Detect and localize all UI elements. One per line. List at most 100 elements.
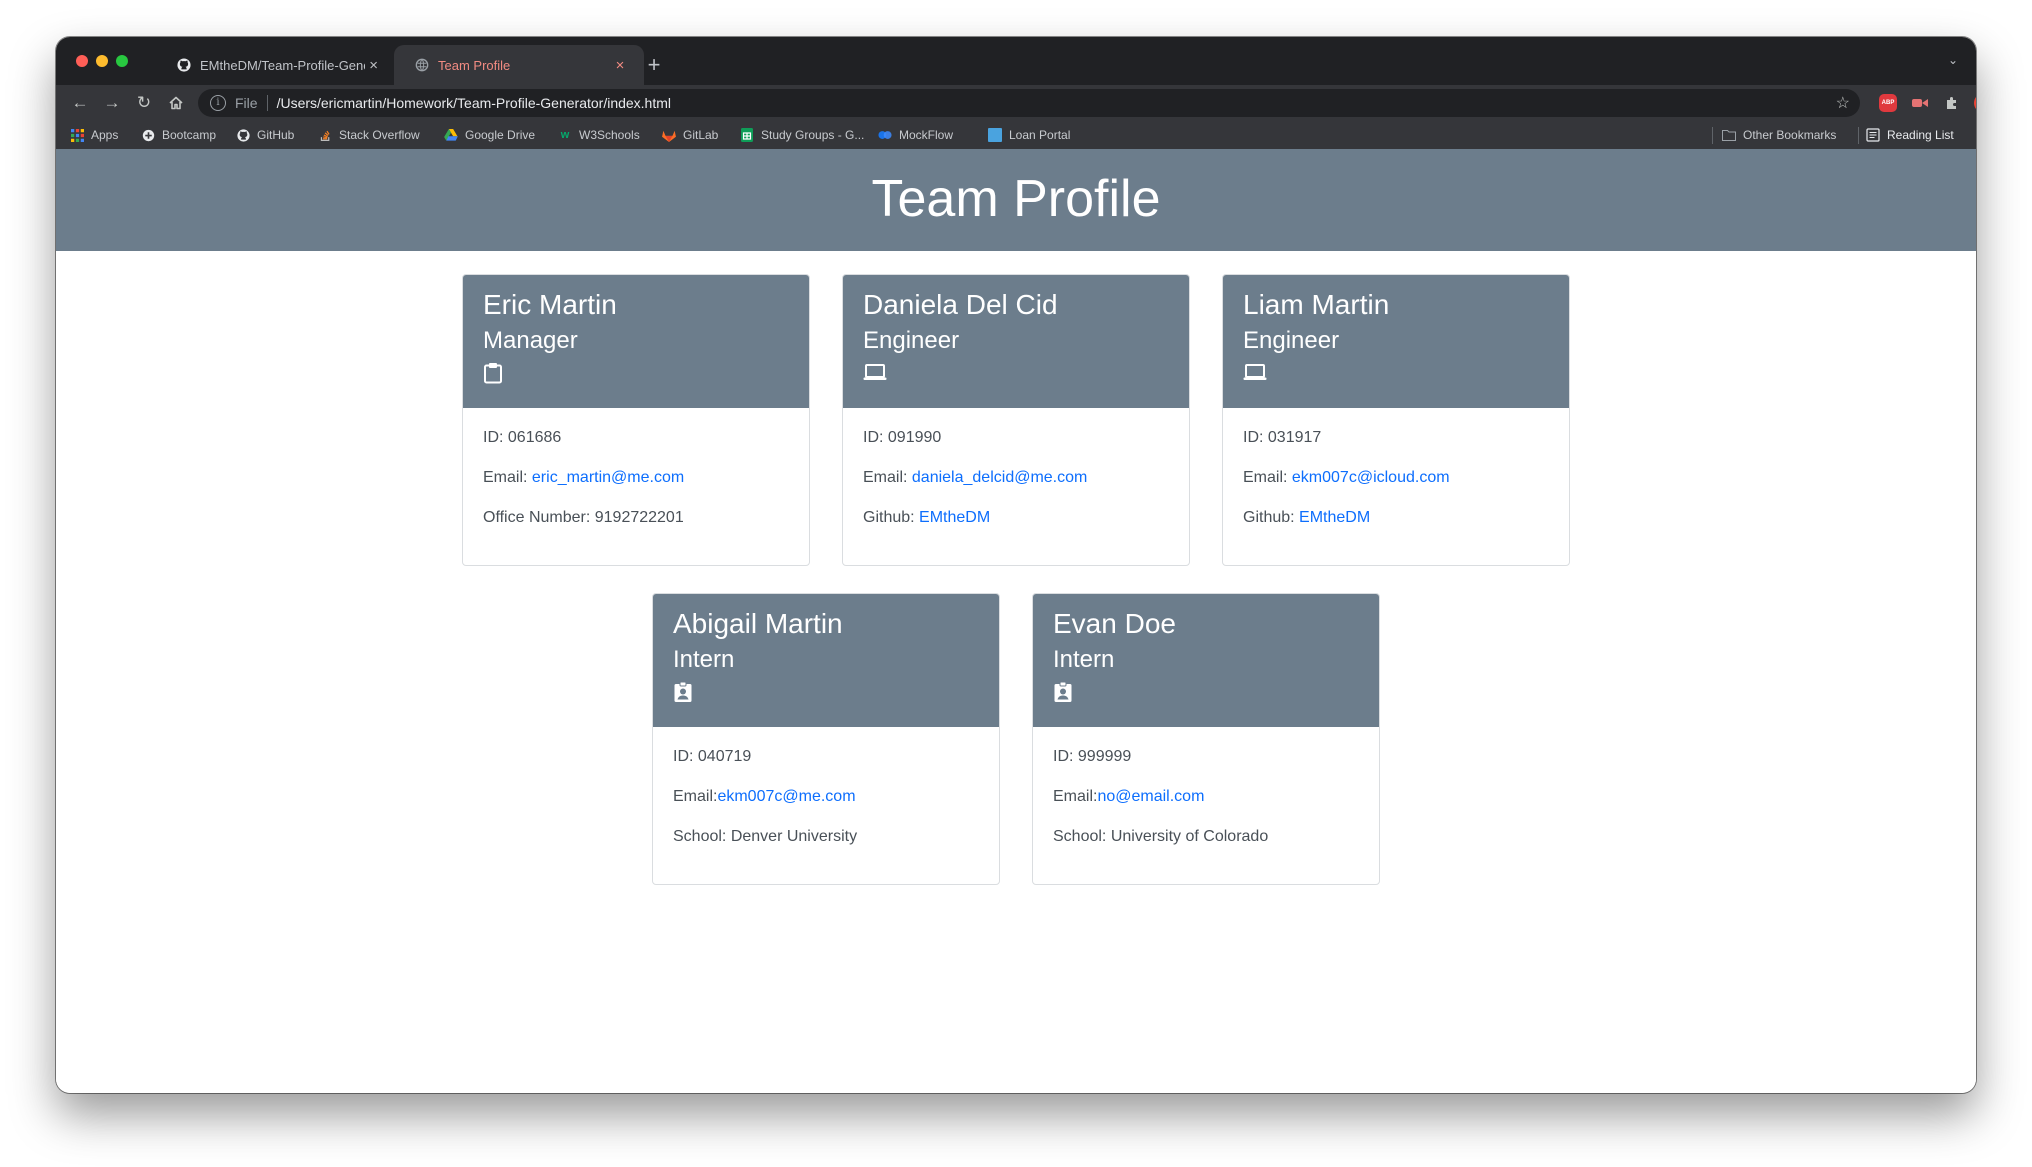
- card-body: ID: 061686 Email: eric_martin@me.com Off…: [463, 408, 809, 528]
- bookmark-label: Reading List: [1887, 128, 1954, 142]
- bookmark-loan-portal[interactable]: Loan Portal: [988, 121, 1070, 149]
- mockflow-icon: [878, 128, 892, 142]
- extensions-puzzle-icon[interactable]: [1942, 93, 1962, 113]
- github-icon: [236, 128, 250, 142]
- card-header: Eric Martin Manager: [463, 275, 809, 408]
- employee-card: Abigail Martin Intern ID: 040719 Email:e…: [652, 593, 1000, 885]
- school: School: University of Colorado: [1053, 828, 1269, 845]
- new-tab-button[interactable]: +: [640, 51, 668, 79]
- card-header: Liam Martin Engineer: [1223, 275, 1569, 408]
- email-label: Email:: [1053, 788, 1098, 805]
- url-text[interactable]: /Users/ericmartin/Homework/Team-Profile-…: [277, 95, 671, 111]
- tab-search-icon[interactable]: ⌄: [1948, 53, 1958, 67]
- bookmark-bootcamp[interactable]: Bootcamp: [141, 121, 216, 149]
- laptop-icon: [863, 362, 887, 384]
- employee-role: Engineer: [1243, 327, 1340, 354]
- globe-icon: [414, 57, 430, 73]
- bookmark-label: Bootcamp: [162, 128, 217, 142]
- card-body: ID: 040719 Email:ekm007c@me.com School: …: [653, 727, 999, 847]
- bookmark-label: Google Drive: [465, 128, 536, 142]
- profile-avatar[interactable]: E: [1974, 93, 1976, 113]
- github-icon: [176, 57, 192, 73]
- zoom-window-button[interactable]: [116, 55, 128, 67]
- employee-email-row: Email: eric_martin@me.com: [483, 468, 789, 488]
- id-badge-icon: [1053, 681, 1075, 703]
- address-separator: [266, 95, 268, 111]
- employee-role: Manager: [483, 327, 578, 354]
- folder-icon: [1722, 128, 1736, 142]
- employee-email-row: Email: daniela_delcid@me.com: [863, 468, 1169, 488]
- employee-role: Engineer: [863, 327, 960, 354]
- school: School: Denver University: [673, 828, 858, 845]
- minimize-window-button[interactable]: [96, 55, 108, 67]
- bookmark-gitlab[interactable]: GitLab: [662, 121, 718, 149]
- bookmarks-bar: Apps Bootcamp GitHub Stack Overflow Goog…: [56, 121, 1976, 150]
- bookmark-label: Study Groups - G...: [761, 128, 865, 142]
- tab-team-profile[interactable]: Team Profile ×: [394, 45, 644, 85]
- employee-id: ID: 091990: [863, 429, 942, 446]
- close-window-button[interactable]: [76, 55, 88, 67]
- employee-card: Evan Doe Intern ID: 999999 Email:no@emai…: [1032, 593, 1380, 885]
- page-title: Team Profile: [871, 170, 1161, 228]
- forward-arrow-icon[interactable]: →: [100, 91, 124, 115]
- bookmark-w3schools[interactable]: w W3Schools: [558, 121, 640, 149]
- google-sheets-icon: [740, 128, 754, 142]
- github-label: Github:: [863, 509, 920, 526]
- back-arrow-icon[interactable]: ←: [68, 91, 92, 115]
- employee-name: Eric Martin: [483, 289, 617, 320]
- close-icon[interactable]: ×: [610, 57, 630, 74]
- email-link[interactable]: no@email.com: [1097, 788, 1204, 805]
- bookmark-apps[interactable]: Apps: [70, 121, 118, 149]
- scheme-label: File: [235, 95, 258, 111]
- browser-window: EMtheDM/Team-Profile-Generator × Team Pr…: [56, 37, 1976, 1093]
- reload-icon[interactable]: ↻: [132, 91, 156, 115]
- bookmark-label: Stack Overflow: [339, 128, 420, 142]
- bookmark-github[interactable]: GitHub: [236, 121, 294, 149]
- bookmark-label: MockFlow: [899, 128, 954, 142]
- employee-email-row: Email: ekm007c@icloud.com: [1243, 468, 1549, 488]
- bootcamp-icon: [141, 128, 155, 142]
- adblock-extension-icon[interactable]: ABP: [1878, 93, 1898, 113]
- address-bar[interactable]: i File /Users/ericmartin/Homework/Team-P…: [198, 89, 1860, 117]
- office-number: Office Number: 9192722201: [483, 509, 684, 526]
- employee-card: Eric Martin Manager ID: 061686 Email: er…: [462, 274, 810, 566]
- card-body: ID: 091990 Email: daniela_delcid@me.com …: [843, 408, 1189, 528]
- email-link[interactable]: ekm007c@me.com: [717, 788, 855, 805]
- employee-email-row: Email:no@email.com: [1053, 787, 1359, 807]
- github-row: Github: EMtheDM: [1243, 508, 1549, 528]
- id-badge-icon: [673, 681, 695, 703]
- bookmark-star-icon[interactable]: ☆: [1836, 93, 1850, 113]
- bookmark-stack-overflow[interactable]: Stack Overflow: [318, 121, 420, 149]
- employee-name: Abigail Martin: [673, 608, 843, 639]
- reading-list[interactable]: Reading List: [1866, 121, 1954, 149]
- github-link[interactable]: EMtheDM: [1299, 509, 1370, 526]
- reading-list-icon: [1866, 128, 1880, 142]
- bookmark-study-groups[interactable]: Study Groups - G...: [740, 121, 864, 149]
- card-header: Abigail Martin Intern: [653, 594, 999, 727]
- page-header: Team Profile: [56, 149, 1976, 251]
- other-bookmarks[interactable]: Other Bookmarks: [1722, 121, 1836, 149]
- page-content: Team Profile Eric Martin Manager ID: 061…: [56, 149, 1976, 1093]
- tab-github[interactable]: EMtheDM/Team-Profile-Generator ×: [156, 45, 396, 85]
- employee-card: Daniela Del Cid Engineer ID: 091990 Emai…: [842, 274, 1190, 566]
- card-body: ID: 031917 Email: ekm007c@icloud.com Git…: [1223, 408, 1569, 528]
- stack-overflow-icon: [318, 128, 332, 142]
- email-link[interactable]: daniela_delcid@me.com: [912, 469, 1087, 486]
- bookmark-mockflow[interactable]: MockFlow: [878, 121, 953, 149]
- bookmark-label: Other Bookmarks: [1743, 128, 1837, 142]
- github-link[interactable]: EMtheDM: [919, 509, 990, 526]
- employee-email-row: Email:ekm007c@me.com: [673, 787, 979, 807]
- video-extension-icon[interactable]: [1910, 93, 1930, 113]
- info-icon[interactable]: i: [210, 95, 226, 111]
- bookmark-google-drive[interactable]: Google Drive: [444, 121, 535, 149]
- home-icon[interactable]: [164, 91, 188, 115]
- email-link[interactable]: ekm007c@icloud.com: [1292, 469, 1450, 486]
- close-icon[interactable]: ×: [365, 57, 382, 74]
- tab-title: EMtheDM/Team-Profile-Generator: [200, 57, 365, 73]
- email-link[interactable]: eric_martin@me.com: [532, 469, 684, 486]
- email-label: Email:: [1243, 469, 1292, 486]
- bookmark-label: W3Schools: [579, 128, 640, 142]
- employee-name: Daniela Del Cid: [863, 289, 1058, 320]
- bookmark-label: GitHub: [257, 128, 295, 142]
- card-header: Daniela Del Cid Engineer: [843, 275, 1189, 408]
